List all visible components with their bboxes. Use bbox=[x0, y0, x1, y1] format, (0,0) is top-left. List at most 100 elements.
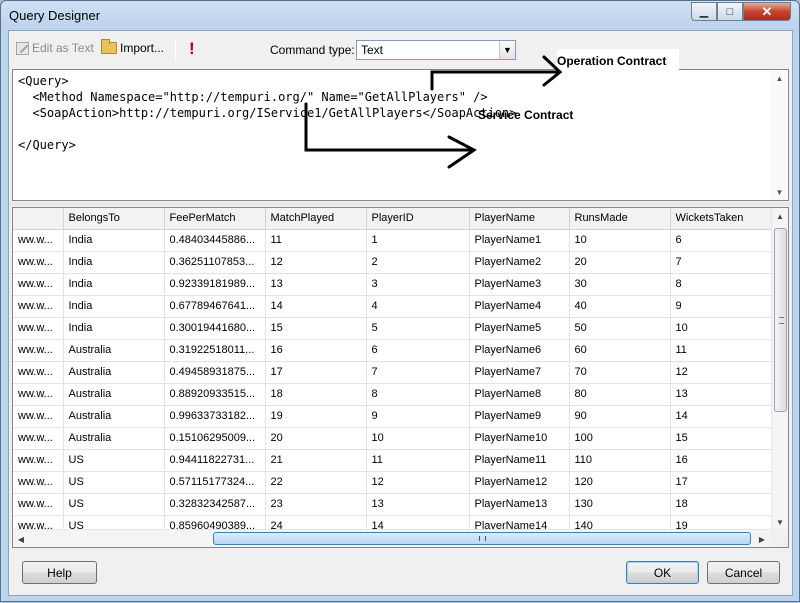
table-cell[interactable]: 14 bbox=[265, 295, 367, 318]
query-scrollbar[interactable]: ▲ ▼ bbox=[771, 70, 788, 200]
column-header[interactable]: WicketsTaken bbox=[670, 208, 774, 230]
table-cell[interactable]: 16 bbox=[670, 449, 774, 472]
grid-vertical-scrollbar[interactable]: ▲ ▼ bbox=[771, 208, 788, 530]
table-cell[interactable]: India bbox=[63, 317, 165, 340]
table-row[interactable]: ww.w... Australia 0.88920933515... 18 8 Playe… bbox=[13, 383, 774, 406]
table-cell[interactable]: PlayerName10 bbox=[469, 427, 570, 450]
table-cell[interactable]: PlayerName9 bbox=[469, 405, 570, 428]
table-row[interactable]: ww.w... Australia 0.31922518011... 16 6 Playe… bbox=[13, 339, 774, 362]
table-cell[interactable]: 0.57115177324... bbox=[164, 471, 266, 494]
table-cell[interactable]: PlayerName8 bbox=[469, 383, 570, 406]
table-cell[interactable]: 130 bbox=[569, 493, 671, 516]
scroll-left-icon[interactable]: ◀ bbox=[13, 531, 29, 547]
ok-button[interactable]: OK bbox=[626, 561, 699, 584]
column-header[interactable]: PlayerName bbox=[469, 208, 570, 230]
minimize-button[interactable]: ▁ bbox=[691, 2, 717, 21]
table-cell[interactable]: 60 bbox=[569, 339, 671, 362]
title-bar[interactable]: Query Designer ▁ □ ✕ bbox=[1, 1, 799, 29]
table-cell[interactable]: 20 bbox=[265, 427, 367, 450]
table-cell[interactable]: 2 bbox=[366, 251, 470, 274]
table-cell[interactable]: India bbox=[63, 229, 165, 252]
table-cell[interactable]: ww.w... bbox=[13, 229, 64, 252]
table-cell[interactable]: PlayerName4 bbox=[469, 295, 570, 318]
table-cell[interactable]: ww.w... bbox=[13, 449, 64, 472]
table-cell[interactable]: 100 bbox=[569, 427, 671, 450]
table-cell[interactable]: 4 bbox=[366, 295, 470, 318]
table-cell[interactable]: 9 bbox=[670, 295, 774, 318]
table-cell[interactable]: PlayerName11 bbox=[469, 449, 570, 472]
close-button[interactable]: ✕ bbox=[743, 2, 791, 21]
table-cell[interactable]: 3 bbox=[366, 273, 470, 296]
table-row[interactable]: ww.w... India 0.48403445886... 11 1 PlayerNam… bbox=[13, 229, 774, 252]
table-cell[interactable]: 0.36251107853... bbox=[164, 251, 266, 274]
help-button[interactable]: Help bbox=[22, 561, 97, 584]
table-cell[interactable]: Australia bbox=[63, 405, 165, 428]
table-cell[interactable]: 17 bbox=[670, 471, 774, 494]
table-cell[interactable]: PlayerName5 bbox=[469, 317, 570, 340]
import-button[interactable]: Import... bbox=[101, 39, 164, 55]
table-row[interactable]: ww.w... Australia 0.49458931875... 17 7 Playe… bbox=[13, 361, 774, 384]
table-cell[interactable]: 16 bbox=[265, 339, 367, 362]
table-cell[interactable]: 5 bbox=[366, 317, 470, 340]
table-cell[interactable]: 10 bbox=[569, 229, 671, 252]
table-cell[interactable]: 0.88920933515... bbox=[164, 383, 266, 406]
table-cell[interactable]: 11 bbox=[265, 229, 367, 252]
table-cell[interactable]: 11 bbox=[670, 339, 774, 362]
column-header[interactable]: FeePerMatch bbox=[164, 208, 266, 230]
table-cell[interactable]: 40 bbox=[569, 295, 671, 318]
table-cell[interactable]: 20 bbox=[569, 251, 671, 274]
run-query-icon[interactable]: ! bbox=[189, 39, 195, 59]
table-row[interactable]: ww.w... India 0.67789467641... 14 4 PlayerNam… bbox=[13, 295, 774, 318]
table-cell[interactable]: Australia bbox=[63, 427, 165, 450]
column-header[interactable]: PlayerID bbox=[366, 208, 470, 230]
maximize-button[interactable]: □ bbox=[717, 2, 743, 21]
table-cell[interactable]: Australia bbox=[63, 361, 165, 384]
column-header[interactable]: BelongsTo bbox=[63, 208, 165, 230]
table-cell[interactable]: 18 bbox=[670, 493, 774, 516]
table-cell[interactable]: ww.w... bbox=[13, 427, 64, 450]
table-cell[interactable]: Australia bbox=[63, 339, 165, 362]
table-cell[interactable]: 70 bbox=[569, 361, 671, 384]
table-cell[interactable]: 0.92339181989... bbox=[164, 273, 266, 296]
table-cell[interactable]: 80 bbox=[569, 383, 671, 406]
table-cell[interactable]: 0.94411822731... bbox=[164, 449, 266, 472]
table-cell[interactable]: ww.w... bbox=[13, 493, 64, 516]
table-cell[interactable]: 15 bbox=[265, 317, 367, 340]
scrollbar-thumb[interactable] bbox=[213, 532, 751, 545]
table-cell[interactable]: Australia bbox=[63, 383, 165, 406]
table-row[interactable]: ww.w... India 0.36251107853... 12 2 PlayerNam… bbox=[13, 251, 774, 274]
table-cell[interactable]: 10 bbox=[366, 427, 470, 450]
table-cell[interactable]: 6 bbox=[366, 339, 470, 362]
table-cell[interactable]: 9 bbox=[366, 405, 470, 428]
table-cell[interactable]: PlayerName13 bbox=[469, 493, 570, 516]
table-cell[interactable]: 0.49458931875... bbox=[164, 361, 266, 384]
table-cell[interactable]: 0.30019441680... bbox=[164, 317, 266, 340]
scroll-right-icon[interactable]: ▶ bbox=[754, 531, 770, 547]
table-cell[interactable]: 8 bbox=[366, 383, 470, 406]
table-cell[interactable]: 15 bbox=[670, 427, 774, 450]
query-text[interactable]: <Query> <Method Namespace="http://tempur… bbox=[18, 73, 517, 153]
table-cell[interactable]: PlayerName3 bbox=[469, 273, 570, 296]
table-cell[interactable]: 12 bbox=[670, 361, 774, 384]
scroll-up-icon[interactable]: ▲ bbox=[771, 70, 788, 86]
table-cell[interactable]: ww.w... bbox=[13, 471, 64, 494]
table-cell[interactable]: ww.w... bbox=[13, 339, 64, 362]
table-cell[interactable]: 10 bbox=[670, 317, 774, 340]
table-cell[interactable]: 1 bbox=[366, 229, 470, 252]
table-cell[interactable]: 0.99633733182... bbox=[164, 405, 266, 428]
table-cell[interactable]: 17 bbox=[265, 361, 367, 384]
table-cell[interactable]: 7 bbox=[670, 251, 774, 274]
table-cell[interactable]: 8 bbox=[670, 273, 774, 296]
table-cell[interactable]: US bbox=[63, 471, 165, 494]
table-cell[interactable]: ww.w... bbox=[13, 273, 64, 296]
table-cell[interactable]: PlayerName12 bbox=[469, 471, 570, 494]
pane-splitter[interactable] bbox=[9, 202, 792, 206]
table-cell[interactable]: 21 bbox=[265, 449, 367, 472]
scroll-down-icon[interactable]: ▼ bbox=[771, 184, 788, 200]
query-text-editor[interactable]: <Query> <Method Namespace="http://tempur… bbox=[12, 69, 789, 201]
table-cell[interactable]: 13 bbox=[366, 493, 470, 516]
table-cell[interactable]: ww.w... bbox=[13, 405, 64, 428]
column-header[interactable]: MatchPlayed bbox=[265, 208, 367, 230]
table-cell[interactable]: 23 bbox=[265, 493, 367, 516]
table-cell[interactable]: 19 bbox=[265, 405, 367, 428]
